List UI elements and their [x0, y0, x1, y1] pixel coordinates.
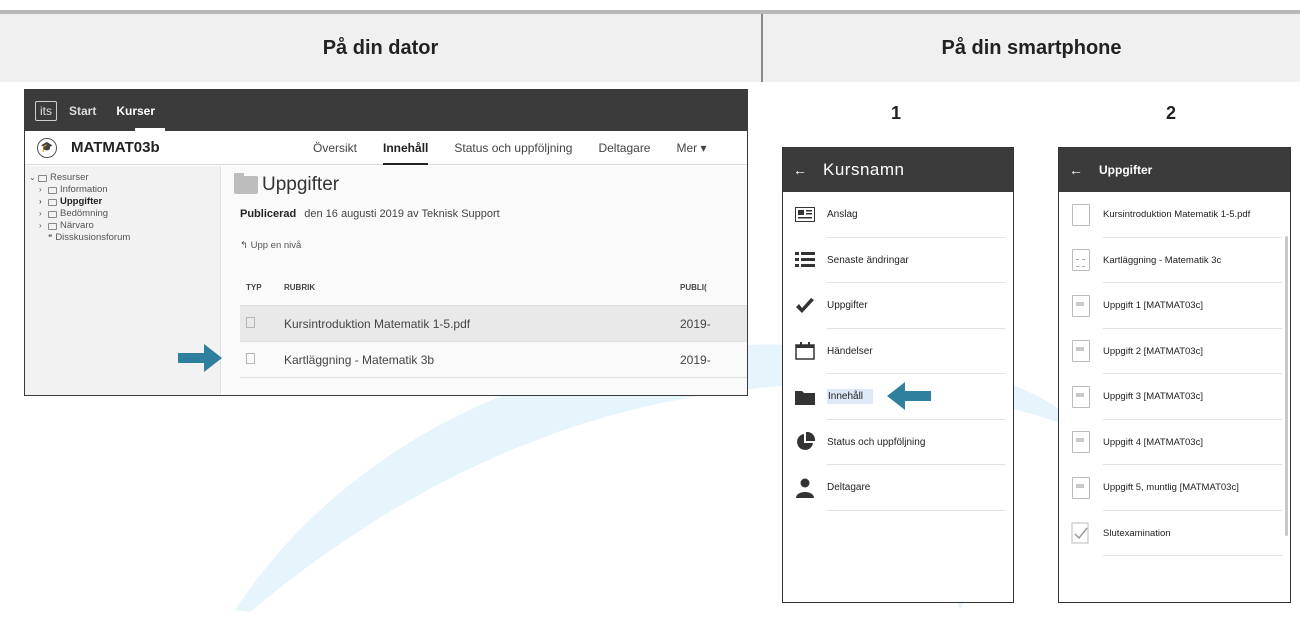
published-label: Publicerad	[240, 208, 297, 220]
spreadsheet-document-icon	[1072, 249, 1090, 272]
tab-oversikt[interactable]: Översikt	[313, 131, 357, 165]
assignment-document-icon	[1072, 476, 1090, 499]
list-item[interactable]: Uppgift 3 [MATMAT03c]	[1059, 374, 1290, 420]
chevron-right-icon: ›	[39, 197, 42, 206]
course-title: MATMAT03b	[71, 139, 160, 156]
file-icon	[246, 316, 255, 328]
arrow-right-icon	[178, 344, 222, 372]
list-item[interactable]: Kursintroduktion Matematik 1-5.pdf	[1059, 192, 1290, 238]
step-number-1: 1	[891, 103, 902, 123]
tree-item-uppgifter[interactable]: › Uppgifter	[29, 196, 220, 208]
instruction-graphic: På din dator På din smartphone its Start…	[0, 0, 1300, 621]
published-info: Publicerad den 16 augusti 2019 av Teknisk…	[240, 208, 500, 220]
course-bar: 🎓 MATMAT03b Översikt Innehåll Status och…	[25, 131, 747, 165]
folder-icon	[48, 222, 57, 230]
course-tabs: Översikt Innehåll Status och uppföljning…	[313, 131, 733, 165]
tab-innehall[interactable]: Innehåll	[383, 131, 429, 165]
chevron-right-icon: ›	[39, 221, 42, 230]
kurser-link[interactable]: Kurser	[116, 104, 155, 118]
exam-check-icon	[1059, 522, 1103, 544]
row-title[interactable]: Kartläggning - Matematik 3b	[284, 353, 680, 367]
folder-icon	[48, 186, 57, 194]
content-area: Uppgifter Publicerad den 16 augusti 2019 …	[222, 166, 747, 395]
menu-item-senaste[interactable]: Senaste ändringar	[783, 238, 1013, 284]
menu-item-anslag[interactable]: Anslag	[783, 192, 1013, 238]
its-logo[interactable]: its	[35, 100, 57, 121]
menu-item-deltagare[interactable]: Deltagare	[783, 465, 1013, 511]
assignment-document-icon	[1072, 431, 1090, 454]
phone-title: Uppgifter	[1099, 163, 1153, 177]
tab-status[interactable]: Status och uppföljning	[454, 131, 572, 165]
tree-item-narvaro[interactable]: › Närvaro	[29, 220, 220, 232]
step-number-2: 2	[1166, 103, 1177, 123]
phone-title: Kursnamn	[823, 160, 905, 179]
tab-mer[interactable]: Mer ▾	[676, 131, 706, 165]
desktop-screenshot: its Start Kurser 🎓 MATMAT03b Översikt In…	[24, 89, 748, 396]
assignment-document-icon	[1072, 340, 1090, 363]
start-link[interactable]: Start	[69, 104, 96, 118]
assignment-document-icon	[1072, 294, 1090, 317]
assignment-document-icon	[1072, 385, 1090, 408]
menu-item-innehall[interactable]: Innehåll	[783, 374, 1013, 420]
menu-item-uppgifter[interactable]: Uppgifter	[783, 283, 1013, 329]
row-date: 2019-	[680, 352, 711, 367]
newspaper-icon	[783, 207, 827, 223]
tree-item-resurser[interactable]: ⌄ Resurser	[29, 172, 220, 184]
folder-icon	[48, 210, 57, 218]
table-header: TYP RUBRIK PUBLI(	[240, 270, 747, 306]
folder-icon	[234, 173, 258, 194]
list-item[interactable]: Uppgift 5, muntlig [MATMAT03c]	[1059, 465, 1290, 511]
folder-icon	[48, 198, 57, 206]
tree-item-bedomning[interactable]: › Bedömning	[29, 208, 220, 220]
phone-appbar: ← Uppgifter	[1059, 148, 1290, 192]
folder-icon	[783, 389, 827, 405]
tab-deltagare[interactable]: Deltagare	[598, 131, 650, 165]
tree-item-information[interactable]: › Information	[29, 184, 220, 196]
phone-screen-uppgifter: ← Uppgifter Kursintroduktion Matematik 1…	[1058, 147, 1291, 603]
row-title[interactable]: Kursintroduktion Matematik 1-5.pdf	[284, 317, 680, 331]
page-title: Uppgifter	[234, 173, 339, 196]
chevron-right-icon: ›	[39, 185, 42, 194]
folder-icon	[38, 174, 47, 182]
list-item[interactable]: Slutexamination	[1059, 511, 1290, 557]
menu-item-handelser[interactable]: Händelser	[783, 329, 1013, 375]
content-table: TYP RUBRIK PUBLI( Kursintroduktion Matem…	[240, 270, 747, 378]
list-item[interactable]: Uppgift 4 [MATMAT03c]	[1059, 420, 1290, 466]
pdf-document-icon	[1072, 203, 1090, 226]
up-level-link[interactable]: ↰ Upp en nivå	[240, 240, 301, 251]
chevron-right-icon: ›	[39, 209, 42, 218]
phone-appbar: ← Kursnamn	[783, 148, 1013, 192]
tree-item-forum[interactable]: ❝ Disskusionsforum	[29, 232, 220, 244]
pie-chart-icon	[783, 432, 827, 452]
desktop-topbar: its Start Kurser	[25, 90, 747, 131]
menu-item-status[interactable]: Status och uppföljning	[783, 420, 1013, 466]
arrow-left-icon	[887, 382, 931, 410]
published-text: den 16 augusti 2019 av Teknisk Support	[304, 208, 500, 220]
person-icon	[783, 478, 827, 498]
list-item[interactable]: Kartläggning - Matematik 3c	[1059, 238, 1290, 284]
col-publicerad[interactable]: PUBLI(	[680, 283, 747, 292]
list-icon	[783, 252, 827, 268]
list-item[interactable]: Uppgift 1 [MATMAT03c]	[1059, 283, 1290, 329]
up-arrow-icon: ↰	[240, 240, 248, 251]
col-rubrik[interactable]: RUBRIK	[284, 283, 680, 292]
desktop-heading: På din dator	[0, 14, 761, 82]
list-item[interactable]: Uppgift 2 [MATMAT03c]	[1059, 329, 1290, 375]
calendar-icon	[783, 342, 827, 360]
course-cap-icon: 🎓	[37, 137, 57, 158]
forum-icon: ❝	[48, 233, 53, 242]
table-row[interactable]: Kursintroduktion Matematik 1-5.pdf 2019-	[240, 306, 747, 342]
smartphone-heading: På din smartphone	[763, 14, 1300, 82]
scrollbar[interactable]	[1285, 236, 1288, 536]
checkmark-icon	[783, 297, 827, 314]
table-row[interactable]: Kartläggning - Matematik 3b 2019-	[240, 342, 747, 378]
back-arrow-icon[interactable]: ←	[793, 162, 807, 178]
row-date: 2019-	[680, 316, 711, 331]
file-icon	[246, 352, 255, 364]
col-typ[interactable]: TYP	[240, 283, 284, 292]
back-arrow-icon[interactable]: ←	[1069, 162, 1083, 178]
phone-screen-course-menu: ← Kursnamn Anslag Senaste ändringar Uppg…	[782, 147, 1014, 603]
chevron-down-icon: ⌄	[29, 173, 36, 182]
